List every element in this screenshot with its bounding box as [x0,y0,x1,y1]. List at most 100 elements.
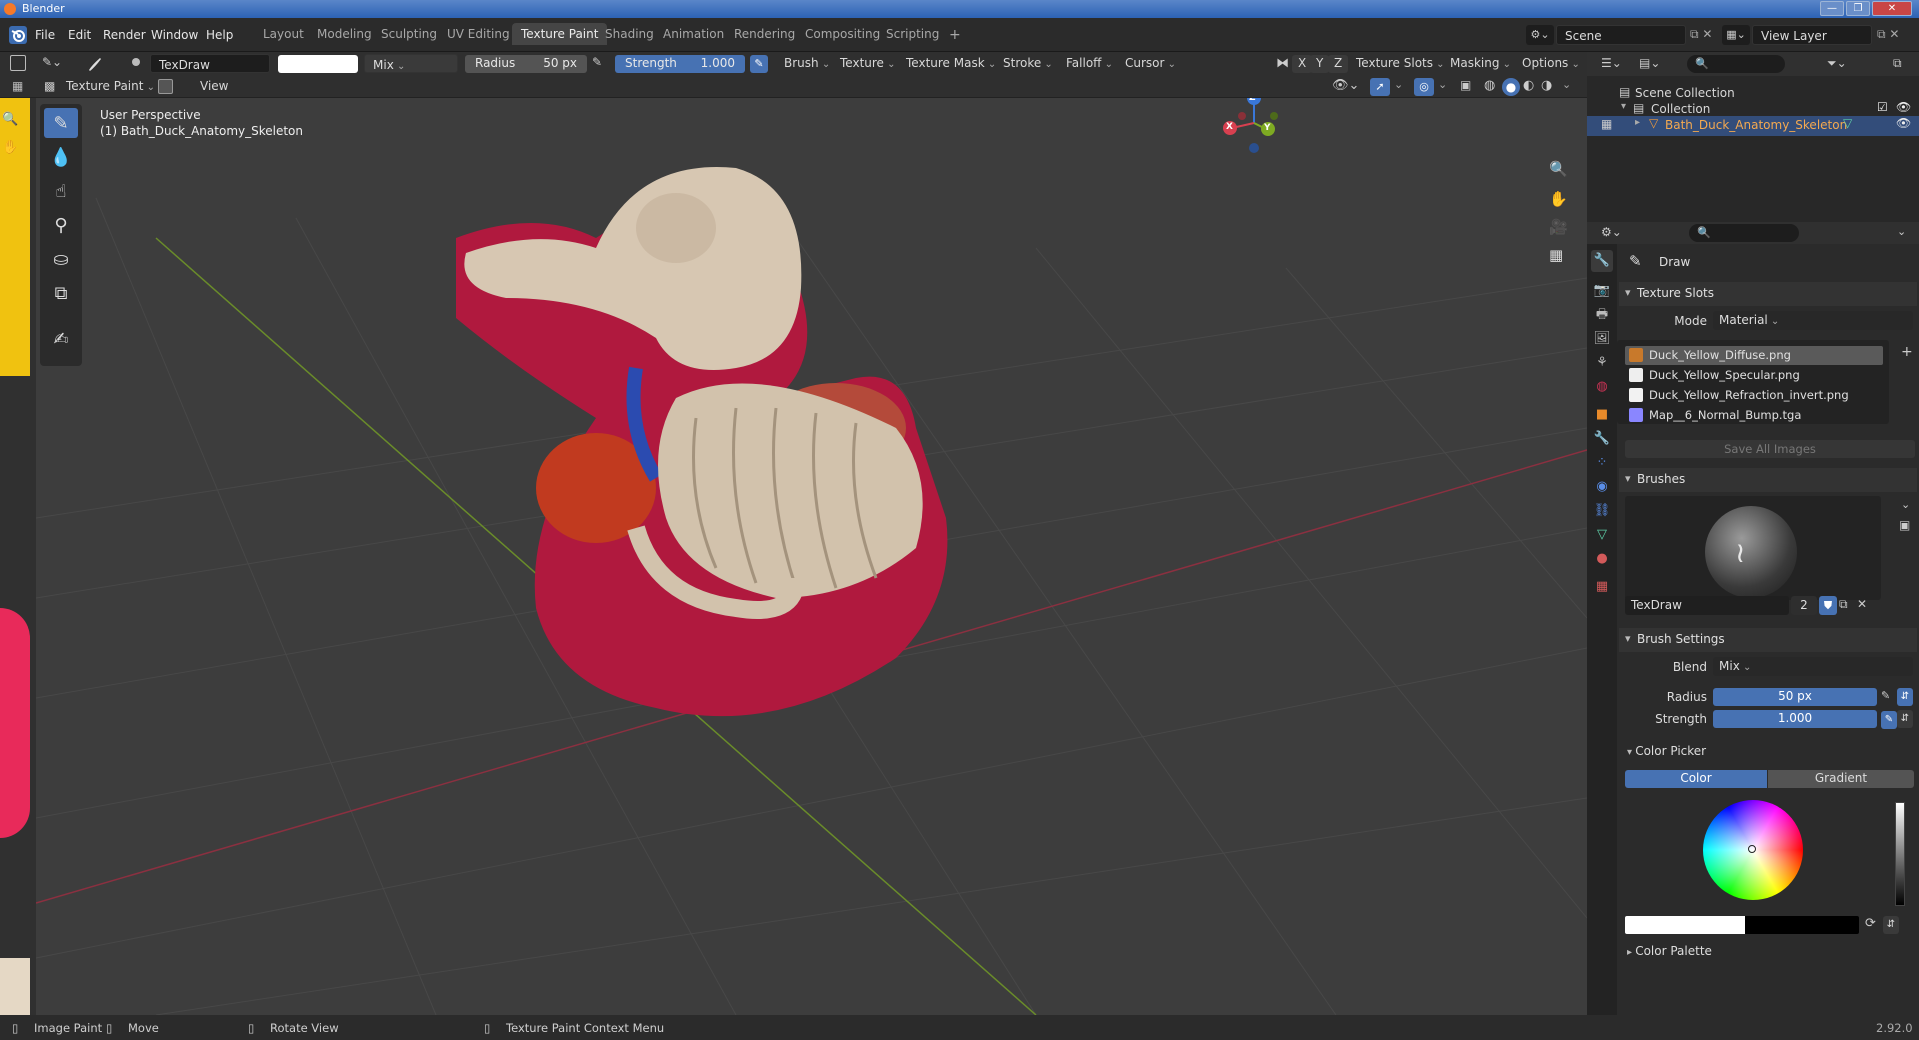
menu-texture-mask[interactable]: Texture Mask [900,55,1002,73]
texture-slot-item[interactable]: Duck_Yellow_Specular.png [1625,366,1883,385]
object-paint-mode-icon[interactable]: ▦ [1601,117,1612,131]
menu-help[interactable]: Help [206,28,233,42]
paint-mask-toggle[interactable] [158,79,173,94]
rendered-shading-icon[interactable]: ◑ [1541,78,1552,93]
menu-view[interactable]: View [194,78,234,96]
tab-compositing[interactable]: Compositing [796,23,889,45]
tab-material-icon[interactable]: ● [1591,548,1613,570]
zoom-icon[interactable]: 🔍 [2,112,18,127]
radius-pressure-icon[interactable]: ✎ [1881,689,1890,702]
gizmo-toggle-icon[interactable]: ➚ [1370,78,1390,96]
tab-modeling[interactable]: Modeling [308,23,381,45]
draw-tool-icon[interactable]: ✎ [44,108,78,138]
editor-type-icon[interactable] [10,55,26,71]
axis-y-toggle[interactable]: Y [1310,55,1330,73]
tab-animation[interactable]: Animation [654,23,733,45]
color-palette-subpanel-header[interactable]: ▸ Color Palette [1627,944,1712,958]
menu-file[interactable]: File [35,28,55,42]
strength-pressure-icon[interactable]: ✎ [750,55,768,73]
unified-color-icon[interactable]: ⇵ [1883,916,1899,934]
wireframe-shading-icon[interactable]: ◍ [1484,78,1495,93]
strength-pressure-icon[interactable]: ✎ [1881,711,1897,729]
hand-icon[interactable]: ✋ [2,140,18,155]
tab-output-icon[interactable]: 🖶 [1591,304,1613,326]
object-visibility-icon[interactable]: 👁 [1896,116,1911,130]
gizmo-dropdown-icon[interactable]: ⌄ [1394,78,1403,91]
grid-icon[interactable]: ▦ [12,79,23,93]
radius-slider[interactable]: Radius 50 px [465,55,587,73]
value-slider[interactable] [1895,802,1905,906]
ortho-toggle-icon[interactable]: ▦ [1549,246,1563,264]
close-button[interactable]: ✕ [1872,1,1912,16]
tab-physics-icon[interactable]: ◉ [1591,476,1613,498]
brush-menu-icon[interactable]: ⌄ [1901,498,1910,511]
radius-slider[interactable]: 50 px [1713,688,1877,706]
tab-object-icon[interactable]: ■ [1591,404,1613,426]
expand-icon[interactable]: ▾ [1621,101,1626,112]
menu-falloff[interactable]: Falloff [1060,55,1119,73]
smear-tool-icon[interactable]: ☝ [44,176,78,206]
color-tab[interactable]: Color [1625,770,1767,788]
display-mode-icon[interactable]: ▤⌄ [1639,56,1660,70]
tab-world-icon[interactable]: ◍ [1591,376,1613,398]
axis-z-toggle[interactable]: Z [1328,55,1349,73]
menu-texture-slots[interactable]: Texture Slots [1350,55,1451,73]
tab-texture-paint[interactable]: Texture Paint [512,23,608,45]
mode-dropdown[interactable]: Texture Paint [60,78,161,96]
slot-mode-dropdown[interactable]: Material [1713,311,1913,330]
brush-icon[interactable] [86,55,104,73]
xray-toggle-icon[interactable]: ▣ [1460,78,1471,92]
tab-uv-editing[interactable]: UV Editing [438,23,519,45]
overlay-toggle-icon[interactable]: ◎ [1414,78,1434,96]
swap-colors-icon[interactable]: ⟳ [1865,916,1876,931]
new-collection-icon[interactable]: ⧉ [1893,56,1902,71]
mask-tool-icon[interactable]: ⧉ [44,278,78,308]
brush-image-icon[interactable]: ▣ [1899,518,1910,532]
tab-render-icon[interactable]: 📷 [1591,280,1613,302]
outliner-search-icon[interactable]: 🔍 [1687,55,1785,73]
tab-scripting[interactable]: Scripting [877,23,948,45]
primary-color-swatch[interactable] [1625,916,1745,934]
tab-constraints-icon[interactable]: ⛓ [1591,500,1613,522]
menu-cursor[interactable]: Cursor [1119,55,1182,73]
tab-shading[interactable]: Shading [596,23,663,45]
view-layer-field[interactable]: View Layer [1752,25,1872,45]
blender-menu-icon[interactable] [9,26,27,44]
tab-data-icon[interactable]: ▽ [1591,524,1613,546]
menu-render[interactable]: Render [103,28,146,42]
properties-options-icon[interactable]: ⌄ [1897,225,1906,238]
tab-particles-icon[interactable]: ⁘ [1591,452,1613,474]
strength-unified-icon[interactable]: ⇵ [1897,710,1913,728]
view-layer-new-icon[interactable]: ⧉ ✕ [1877,27,1899,42]
brushes-panel-header[interactable]: Brushes [1619,468,1917,492]
add-workspace-button[interactable]: + [940,23,970,45]
color-picker-subpanel-header[interactable]: ▾ Color Picker [1627,744,1706,758]
texture-slot-item[interactable]: Map__6_Normal_Bump.tga [1625,406,1883,425]
outliner-editor-icon[interactable]: ☰⌄ [1601,56,1622,70]
fill-tool-icon[interactable]: ⛀ [44,244,78,274]
tab-scene-icon[interactable]: ⚘ [1591,352,1613,374]
brush-settings-panel-header[interactable]: Brush Settings [1619,628,1917,652]
visibility-icon[interactable]: 👁⌄ [1332,78,1359,93]
pan-view-icon[interactable]: ✋ [1549,190,1568,208]
scene-selector-icon[interactable]: ⚙⌄ [1526,25,1554,45]
brush-name-field[interactable]: TexDraw [150,54,270,73]
tab-sculpting[interactable]: Sculpting [372,23,446,45]
texture-slots-panel-header[interactable]: Texture Slots [1619,282,1917,306]
menu-masking[interactable]: Masking [1444,55,1517,73]
radius-unit-icon[interactable]: ⇵ [1897,688,1913,706]
tab-rendering[interactable]: Rendering [725,23,804,45]
menu-brush[interactable]: Brush [778,55,836,73]
strength-slider[interactable]: Strength 1.000 [615,55,745,73]
blend-dropdown[interactable]: Mix [1713,657,1913,676]
scene-new-icon[interactable]: ⧉ ✕ [1690,27,1712,42]
duplicate-brush-icon[interactable]: ⧉ [1839,597,1848,612]
3d-viewport[interactable]: Z X Y User Perspective (1) Bath_Duck_Ana… [36,98,1587,1015]
soften-tool-icon[interactable]: 💧 [44,142,78,172]
camera-view-icon[interactable]: 🎥 [1549,218,1568,236]
brush-users-count[interactable]: 2 [1791,596,1817,615]
collection-visibility-icon[interactable]: 👁 [1896,100,1911,114]
collection-checkbox-icon[interactable]: ☑ [1877,100,1888,114]
fake-user-icon[interactable]: ⛊ [1819,596,1837,615]
minimize-button[interactable]: — [1820,1,1844,16]
